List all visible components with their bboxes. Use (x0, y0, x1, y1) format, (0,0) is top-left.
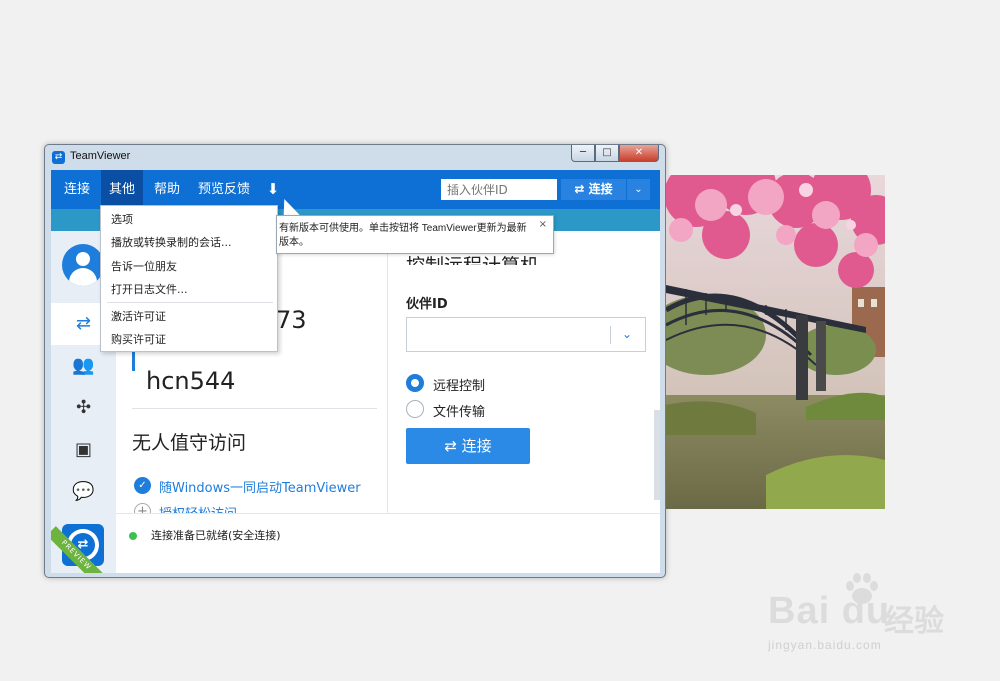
connect-button[interactable]: ⇄ 连接 (406, 428, 530, 464)
computers-contacts-icon[interactable]: ✣ (51, 387, 116, 429)
download-update-icon[interactable]: ⬇ (263, 179, 283, 199)
menu-connect[interactable]: 连接 (56, 170, 98, 209)
menu-help[interactable]: 帮助 (146, 170, 188, 209)
remote-control-label: 远程控制 (433, 379, 486, 394)
unattended-access-title: 无人值守访问 (132, 432, 247, 454)
close-button[interactable]: ✕ (619, 145, 659, 162)
your-id-value: 73 (276, 306, 307, 334)
menu-play-recording[interactable]: 播放或转换录制的会话... (111, 234, 232, 250)
status-bar: 连接准备已就绪(安全连接) (116, 513, 660, 573)
other-menu-dropdown: 选项 播放或转换录制的会话... 告诉一位朋友 打开日志文件... 激活许可证 … (100, 205, 278, 352)
update-tooltip-text: 有新版本可供使用。单击按钮将 TeamViewer更新为最新版本。 (279, 223, 527, 248)
scrollbar[interactable] (654, 410, 660, 500)
menu-activate-license[interactable]: 激活许可证 (111, 308, 166, 324)
menu-preview-feedback[interactable]: 预览反馈 (190, 170, 258, 209)
quick-connect-dropdown-button[interactable]: ⌄ (627, 179, 650, 200)
update-tooltip: 有新版本可供使用。单击按钮将 TeamViewer更新为最新版本。 × (276, 215, 554, 254)
title-bar[interactable]: ⇄ TeamViewer ─ □ ✕ (45, 145, 665, 170)
menu-bar: 连接 其他 帮助 预览反馈 ⬇ ⇄ 连接 ⌄ (51, 170, 660, 209)
baidu-brand-text: Bai du (768, 590, 891, 632)
password-value: hcn544 (146, 367, 236, 395)
chevron-down-icon[interactable]: ⌄ (617, 324, 637, 344)
minimize-button[interactable]: ─ (571, 145, 595, 162)
status-text: 连接准备已就绪(安全连接) (151, 529, 281, 542)
radio-selected[interactable] (406, 374, 424, 392)
menu-tell-friend[interactable]: 告诉一位朋友 (111, 258, 177, 274)
baidu-watermark: Bai du 经验 jingyan.baidu.com (766, 572, 976, 657)
partner-id-field[interactable]: ⌄ (406, 317, 646, 352)
chat-icon[interactable]: 💬 (51, 471, 116, 513)
divider (132, 408, 377, 409)
quick-connect-button[interactable]: ⇄ 连接 (561, 179, 626, 200)
maximize-button[interactable]: □ (595, 145, 619, 162)
menu-separator (107, 302, 273, 303)
menu-buy-license[interactable]: 购买许可证 (111, 331, 166, 347)
menu-options[interactable]: 选项 (111, 211, 133, 227)
partner-id-quick-input[interactable] (441, 179, 557, 200)
file-transfer-label: 文件传输 (433, 405, 486, 420)
radio-unselected[interactable] (406, 400, 424, 418)
checked-circle-icon: ✓ (134, 477, 151, 494)
start-with-windows-link[interactable]: 随Windows一同启动TeamViewer (159, 477, 361, 496)
window-title: TeamViewer (70, 150, 131, 162)
bridge-photo-image (666, 175, 885, 509)
contacts-icon[interactable]: ▣ (51, 429, 116, 471)
control-remote-panel: 控制远程计算机 伙伴ID ⌄ 远程控制 文件传输 ⇄ 连接 (388, 231, 660, 513)
tooltip-close-icon[interactable]: × (539, 219, 547, 230)
menu-open-log[interactable]: 打开日志文件... (111, 281, 188, 297)
baidu-url-text: jingyan.baidu.com (768, 638, 882, 652)
baidu-jingyan-text: 经验 (884, 604, 944, 639)
partner-id-label: 伙伴ID (406, 297, 448, 312)
user-avatar[interactable] (62, 244, 104, 286)
menu-other[interactable]: 其他 (101, 170, 144, 209)
status-indicator-icon (129, 532, 137, 540)
bridge-photo (666, 175, 885, 509)
teamviewer-app-icon: ⇄ (52, 151, 65, 164)
